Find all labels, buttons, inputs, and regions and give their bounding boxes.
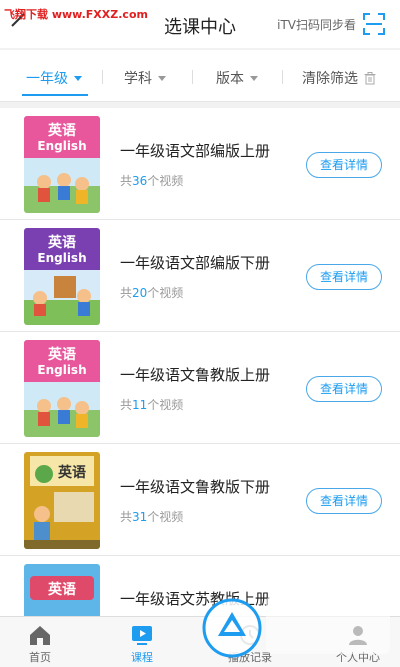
svg-text:English: English: [37, 363, 86, 377]
book-cover-3: 英语 English: [24, 340, 100, 437]
filter-grade-label: 一年级: [26, 71, 68, 87]
course-title[interactable]: 一年级语文部编版上册: [120, 140, 270, 161]
svg-text:英语: 英语: [47, 346, 76, 363]
course-cover-image[interactable]: 英语 English: [24, 228, 100, 325]
filter-grade[interactable]: 一年级: [26, 68, 82, 88]
chevron-down-icon: [74, 75, 82, 81]
tab-home[interactable]: 首页: [0, 617, 80, 667]
chevron-down-icon: [158, 75, 166, 81]
view-details-button[interactable]: 查看详情: [306, 152, 382, 178]
filter-subject-label: 学科: [124, 71, 152, 87]
divider: [102, 70, 103, 84]
course-row[interactable]: 英语 一年级语文鲁教版下册 共31个视频 查看详情: [0, 444, 400, 556]
filter-bar: 一年级 学科 版本 清除筛选: [0, 50, 400, 102]
course-row[interactable]: 英语 English 一年级语文部编版上册 共36个视频 查看详情: [0, 108, 400, 220]
scan-icon[interactable]: [362, 12, 386, 36]
view-details-button[interactable]: 查看详情: [306, 376, 382, 402]
chevron-down-icon: [250, 75, 258, 81]
svg-text:英语: 英语: [47, 234, 76, 251]
course-list: 英语 English 一年级语文部编版上册 共36个视频 查看详情 英语 Eng…: [0, 108, 400, 667]
course-title[interactable]: 一年级语文鲁教版上册: [120, 364, 270, 385]
site-logo: [202, 596, 390, 658]
tab-course[interactable]: 课程: [102, 617, 182, 667]
filter-edition-label: 版本: [216, 71, 244, 87]
course-row[interactable]: 英语 English 一年级语文部编版下册 共20个视频 查看详情: [0, 220, 400, 332]
home-icon: [30, 626, 50, 645]
course-row[interactable]: 英语 English 一年级语文鲁教版上册 共11个视频 查看详情: [0, 332, 400, 444]
tab-home-label: 首页: [29, 651, 51, 664]
course-title[interactable]: 一年级语文部编版下册: [120, 252, 270, 273]
top-bar: 飞翔下载 www.FXXZ.com 选课中心 iTV扫码同步看: [0, 0, 400, 48]
filter-edition[interactable]: 版本: [216, 68, 258, 88]
view-details-button[interactable]: 查看详情: [306, 488, 382, 514]
trash-icon: [364, 71, 376, 84]
video-count: 共11个视频: [120, 398, 184, 412]
course-title[interactable]: 一年级语文鲁教版下册: [120, 476, 270, 497]
book-cover-4: 英语: [24, 452, 100, 549]
view-details-button[interactable]: 查看详情: [306, 264, 382, 290]
video-count: 共36个视频: [120, 174, 184, 188]
course-cover-image[interactable]: 英语 English: [24, 340, 100, 437]
divider: [282, 70, 283, 84]
svg-text:英语: 英语: [47, 122, 76, 139]
svg-text:English: English: [37, 251, 86, 265]
video-count: 共20个视频: [120, 286, 184, 300]
tab-course-label: 课程: [131, 651, 153, 664]
book-cover-1: 英语 English: [24, 116, 100, 213]
filter-subject[interactable]: 学科: [124, 68, 166, 88]
active-filter-underline: [22, 94, 88, 96]
course-icon: [132, 626, 152, 645]
svg-text:英语: 英语: [47, 581, 76, 598]
svg-text:英语: 英语: [57, 464, 86, 481]
course-cover-image[interactable]: 英语 English: [24, 116, 100, 213]
course-cover-image[interactable]: 英语: [24, 452, 100, 549]
video-count: 共31个视频: [120, 510, 184, 524]
itv-scan-label[interactable]: iTV扫码同步看: [277, 16, 356, 33]
divider: [192, 70, 193, 84]
clear-filter-label: 清除筛选: [302, 71, 358, 87]
svg-text:English: English: [37, 139, 86, 153]
book-cover-2: 英语 English: [24, 228, 100, 325]
clear-filter-button[interactable]: 清除筛选: [302, 68, 376, 88]
